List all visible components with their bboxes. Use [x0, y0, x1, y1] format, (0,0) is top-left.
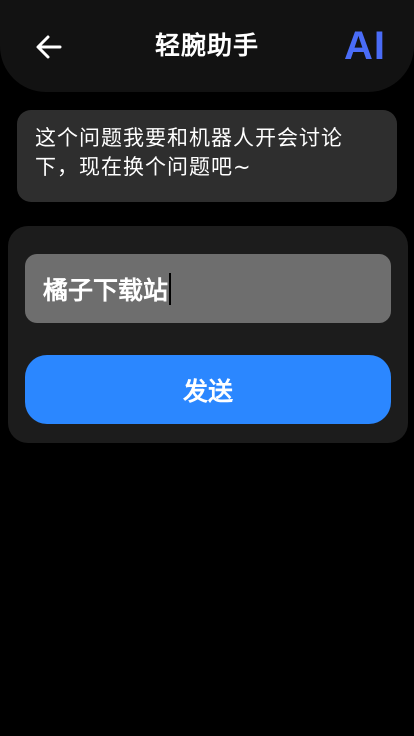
text-caret	[169, 272, 172, 305]
message-input-value: 橘子下载站	[43, 275, 169, 305]
assistant-message-bubble: 这个问题我要和机器人开会讨论下，现在换个问题吧~	[17, 110, 397, 202]
send-button[interactable]: 发送	[25, 355, 391, 424]
message-input[interactable]: 橘子下载站	[25, 254, 391, 323]
input-card: 橘子下载站 发送	[8, 226, 408, 443]
header-bar: 轻腕助手 AI	[0, 0, 414, 92]
ai-logo: AI	[344, 24, 386, 68]
